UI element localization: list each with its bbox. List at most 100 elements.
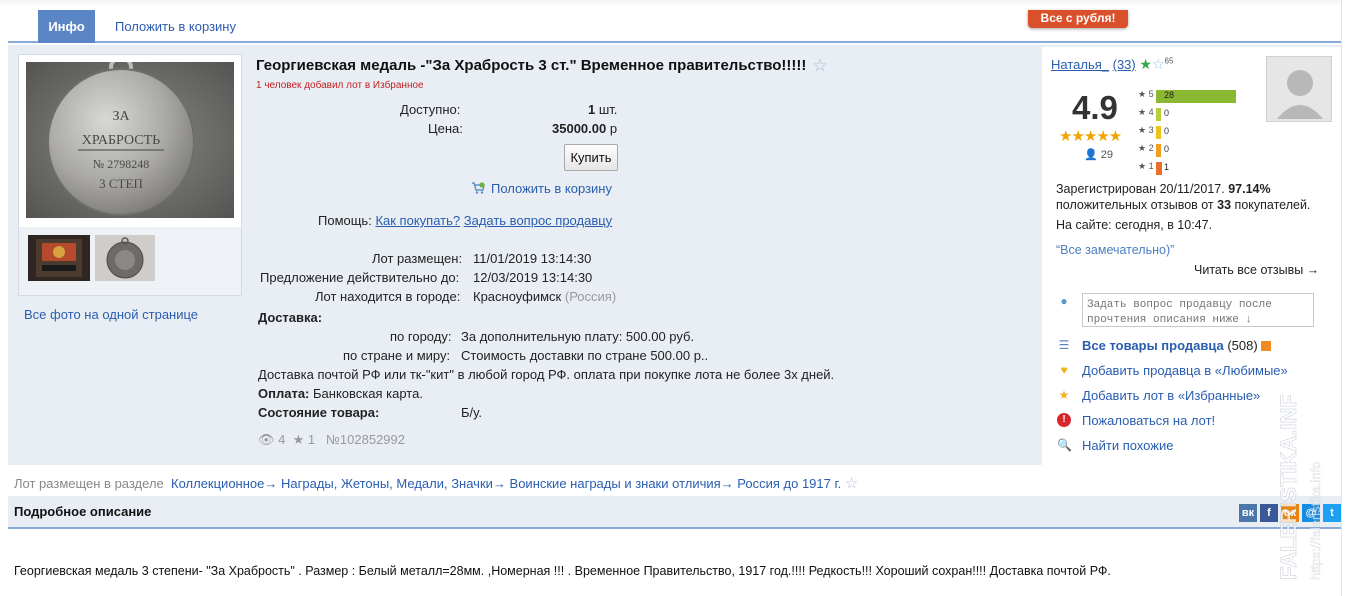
alert-icon: ! xyxy=(1057,413,1071,427)
all-goods-link[interactable]: Все товары продавца xyxy=(1082,338,1224,353)
delivery-note: Доставка почтой РФ или тк-"кит" в любой … xyxy=(258,367,835,382)
rating-bar xyxy=(1156,126,1162,139)
registered-text: Зарегистрирован 20/11/2017. xyxy=(1056,182,1225,196)
description-header: Подробное описание вк f ок @ t xyxy=(8,496,1341,529)
seller-rating: 4.9 xyxy=(1072,89,1118,126)
all-goods-count: (508) xyxy=(1227,338,1258,353)
breadcrumb-item-awards[interactable]: Награды, Жетоны, Медали, Значки xyxy=(281,476,493,491)
country-delivery-value: Стоимость доставки по стране 500.00 р.. xyxy=(461,348,709,363)
blue-star-icon: ☆ xyxy=(1151,56,1165,72)
rating-row-1: ★ 1 1 xyxy=(1138,161,1169,175)
city-name: Красноуфимск xyxy=(473,289,562,304)
watermark-url: https://faleristika.info xyxy=(1308,462,1323,581)
main-photo[interactable]: ЗА ХРАБРОСТЬ № 2798248 3 СТЕП xyxy=(26,62,234,218)
cart-icon xyxy=(472,182,485,194)
thumbnail-strip xyxy=(19,227,241,295)
lot-stats: 👁 4 ★ 1 №102852992 xyxy=(258,432,405,448)
user-icon: 👤 xyxy=(1084,149,1098,161)
star-icon: ★ xyxy=(1058,388,1070,402)
available-unit: шт. xyxy=(598,102,618,117)
lot-title: Георгиевская медаль -"За Храбрость 3 ст.… xyxy=(256,56,828,76)
lot-number: №102852992 xyxy=(325,432,405,447)
tab-info[interactable]: Инфо xyxy=(38,10,95,43)
favorite-category-icon[interactable]: ☆ xyxy=(845,475,858,492)
reviewers-count: 👤 29 xyxy=(1084,148,1113,161)
add-fav-lot-link[interactable]: Добавить лот в «Избранные» xyxy=(1082,388,1260,403)
green-star-icon: ★ xyxy=(1139,56,1152,72)
ask-seller-input[interactable] xyxy=(1082,293,1314,327)
positive-text-b: покупателей. xyxy=(1234,198,1311,212)
rating-row-count: 0 xyxy=(1164,126,1170,136)
placed-label: Лот размещен: xyxy=(372,251,463,266)
help-row: Помощь: Как покупать? Задать вопрос прод… xyxy=(318,213,612,228)
medal-text-line3: № 2798248 xyxy=(93,157,149,171)
rating-row-stars: ★ 1 xyxy=(1138,161,1154,171)
seller-name-link[interactable]: Наталья_ xyxy=(1051,57,1109,72)
photo-gallery: ЗА ХРАБРОСТЬ № 2798248 3 СТЕП xyxy=(18,54,242,296)
rating-row-count: 28 xyxy=(1164,90,1175,100)
heart-icon: ♥ xyxy=(1060,363,1068,377)
complain-link[interactable]: Пожаловаться на лот! xyxy=(1082,413,1215,428)
rating-bar xyxy=(1156,162,1162,175)
condition-label: Состояние товара: xyxy=(258,405,380,420)
stars-count: 1 xyxy=(307,432,316,447)
rating-row-stars: ★ 3 xyxy=(1138,125,1154,135)
payment-row: Оплата: Банковская карта. xyxy=(258,386,423,401)
find-similar-link[interactable]: Найти похожие xyxy=(1082,438,1173,453)
ask-seller-link[interactable]: Задать вопрос продавцу xyxy=(464,213,612,228)
vk-share-icon[interactable]: вк xyxy=(1239,504,1257,522)
breadcrumb-item-collectibles[interactable]: Коллекционное xyxy=(171,476,264,491)
promo-badge[interactable]: Все с рубля! xyxy=(1028,10,1128,28)
description-text: Георгиевская медаль 3 степени- "За Храбр… xyxy=(14,564,1111,578)
valid-label: Предложение действительно до: xyxy=(260,270,460,285)
all-photos-link[interactable]: Все фото на одной странице xyxy=(24,307,198,322)
rating-row-count: 1 xyxy=(1164,162,1170,172)
positive-percent: 97.14% xyxy=(1228,182,1271,196)
thumbnail-book[interactable] xyxy=(28,235,90,281)
read-all-reviews-link[interactable]: Читать все отзывы → xyxy=(1194,263,1319,277)
placed-value: 11/01/2019 13:14:30 xyxy=(473,251,592,266)
add-fav-seller-link[interactable]: Добавить продавца в «Любимые» xyxy=(1082,363,1288,378)
breadcrumb: Лот размещен в разделе Коллекционное→ На… xyxy=(14,475,859,492)
valid-value: 12/03/2019 13:14:30 xyxy=(473,270,593,285)
rating-stars-icon: ★★★★★ xyxy=(1059,128,1122,145)
lot-panel: ЗА ХРАБРОСТЬ № 2798248 3 СТЕП Все фото н… xyxy=(8,45,1342,467)
online-line: На сайте: сегодня, в 10:47. xyxy=(1056,218,1213,232)
add-to-cart-label: Положить в корзину xyxy=(491,181,612,196)
positive-line: положительных отзывов от 33 покупателей. xyxy=(1056,198,1310,212)
rating-row-stars: ★ 4 xyxy=(1138,107,1154,117)
breadcrumb-item-military[interactable]: Воинские награды и знаки отличия xyxy=(510,476,721,491)
price-value: 35000.00 р xyxy=(552,121,617,136)
watermark-brand: FALERISTIKA.INFO xyxy=(1276,395,1301,580)
breadcrumb-item-russia[interactable]: Россия до 1917 г. xyxy=(737,476,841,491)
star-icon: ★ xyxy=(292,432,305,447)
tab-add-to-cart[interactable]: Положить в корзину xyxy=(115,10,236,43)
price-amount: 35000.00 xyxy=(552,121,607,136)
country-name: (Россия) xyxy=(564,289,617,304)
rss-icon[interactable] xyxy=(1261,341,1272,351)
search-icon: 🔍 xyxy=(1057,438,1072,452)
available-label: Доступно: xyxy=(400,102,461,117)
thumbnail-medal-reverse[interactable] xyxy=(95,235,155,281)
price-currency: р xyxy=(609,121,618,136)
rating-row-5: ★ 5 28 xyxy=(1138,89,1236,103)
rating-row-stars: ★ 5 xyxy=(1138,89,1154,99)
add-to-cart-link[interactable]: Положить в корзину xyxy=(471,181,612,196)
views-count: 4 xyxy=(278,432,286,447)
seller-reviews-count[interactable]: (33) xyxy=(1113,57,1136,72)
rating-row-count: 0 xyxy=(1164,108,1170,118)
medal-text-line1: ЗА xyxy=(112,109,130,124)
country-delivery-label: по стране и миру: xyxy=(343,348,451,363)
favorite-star-icon[interactable]: ☆ xyxy=(812,56,827,76)
how-to-buy-link[interactable]: Как покупать? xyxy=(375,213,460,228)
watermark: FALERISTIKA.INFO https://faleristika.inf… xyxy=(1276,395,1324,581)
city-delivery-label: по городу: xyxy=(390,329,452,344)
rating-row-2: ★ 2 0 xyxy=(1138,143,1169,157)
positive-text-a: положительных отзывов от xyxy=(1056,198,1214,212)
seller-avatar[interactable] xyxy=(1266,56,1332,122)
list-icon: ☰ xyxy=(1058,338,1070,352)
favorite-note: 1 человек добавил лот в Избранное xyxy=(256,80,424,91)
rating-bar xyxy=(1156,108,1162,121)
available-value: 1 шт. xyxy=(588,102,617,117)
buy-button[interactable]: Купить xyxy=(564,144,618,171)
